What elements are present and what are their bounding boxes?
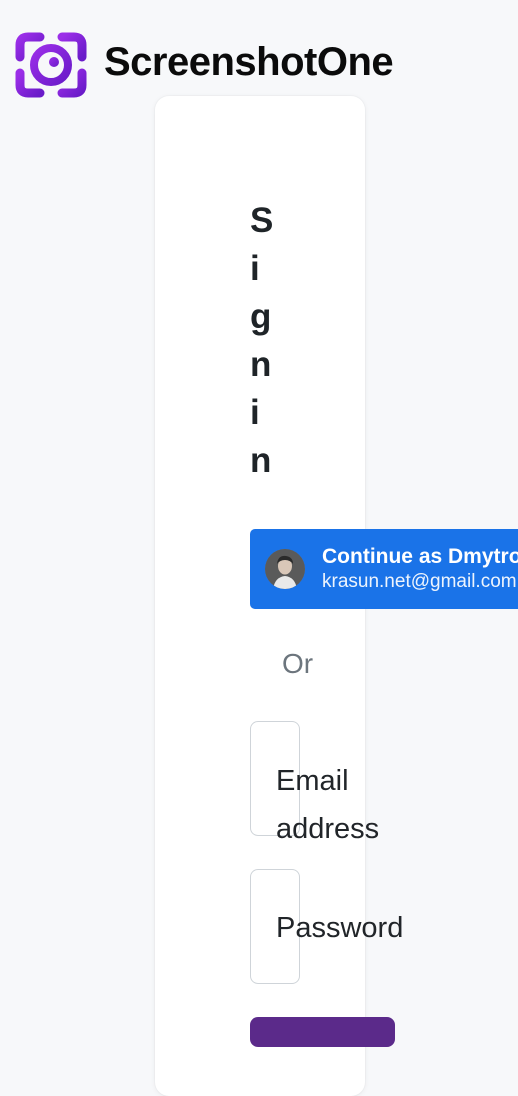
brand-name[interactable]: ScreenshotOne: [104, 42, 394, 82]
user-avatar: [265, 549, 305, 589]
header: ScreenshotOne: [14, 30, 394, 100]
email-field-label: Email address: [276, 765, 380, 845]
google-continue-button[interactable]: Continue as Dmytro krasun.net@gmail.com: [250, 529, 518, 609]
google-continue-label: Continue as Dmytro: [322, 545, 518, 568]
camera-focus-icon[interactable]: [14, 31, 88, 99]
or-divider: Or: [282, 648, 314, 679]
password-field-label: Password: [276, 912, 404, 944]
google-account-email: krasun.net@gmail.com: [322, 571, 517, 592]
sign-in-button[interactable]: [250, 1017, 395, 1047]
page-title: Sign in: [250, 201, 276, 480]
google-account-info: Continue as Dmytro krasun.net@gmail.com: [322, 544, 518, 594]
